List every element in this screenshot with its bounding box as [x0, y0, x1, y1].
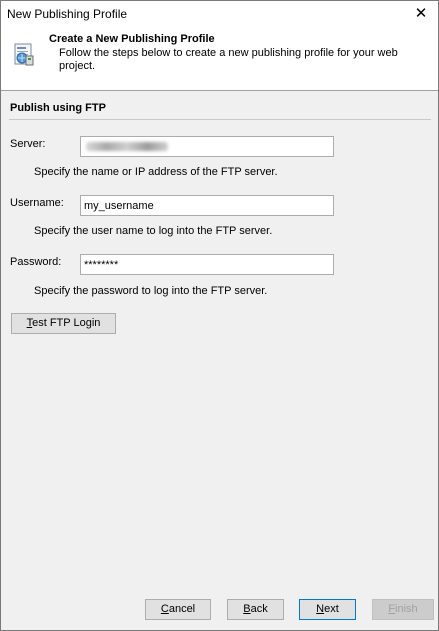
username-input[interactable] — [80, 195, 334, 216]
header-description: Follow the steps below to create a new p… — [59, 47, 398, 72]
close-icon[interactable]: ✕ — [404, 1, 438, 29]
server-label: Server: — [10, 138, 46, 150]
username-label: Username: — [10, 197, 64, 209]
wizard-header: Create a New Publishing Profile Follow t… — [1, 29, 438, 91]
server-hint: Specify the name or IP address of the FT… — [34, 166, 278, 178]
back-mnemonic: B — [243, 603, 251, 615]
cancel-button[interactable]: Cancel — [145, 599, 211, 620]
cancel-mnemonic: C — [160, 603, 169, 615]
title-bar: New Publishing Profile ✕ — [1, 1, 438, 29]
username-hint: Specify the user name to log into the FT… — [34, 225, 273, 237]
next-button[interactable]: Next — [299, 599, 356, 620]
password-input[interactable] — [80, 254, 334, 275]
finish-label: inish — [395, 603, 418, 615]
test-ftp-login-label: est FTP Login — [32, 317, 101, 329]
back-label: ack — [250, 603, 268, 615]
header-title: Create a New Publishing Profile — [49, 33, 215, 45]
section-divider — [9, 119, 431, 120]
test-ftp-login-button[interactable]: Test FTP Login — [11, 313, 116, 334]
redacted-server-address — [86, 142, 168, 151]
back-button[interactable]: Back — [227, 599, 284, 620]
finish-button: Finish — [372, 599, 434, 620]
server-input[interactable] — [80, 136, 334, 157]
password-label: Password: — [10, 256, 62, 268]
next-label: ext — [324, 603, 339, 615]
section-title: Publish using FTP — [10, 102, 106, 114]
cancel-label: ancel — [168, 603, 196, 615]
window-title: New Publishing Profile — [7, 7, 128, 21]
next-mnemonic: N — [316, 603, 325, 615]
dialog-window: New Publishing Profile ✕ Create a New Pu… — [0, 0, 439, 631]
publishing-profile-icon — [14, 43, 34, 66]
password-hint: Specify the password to log into the FTP… — [34, 285, 268, 297]
